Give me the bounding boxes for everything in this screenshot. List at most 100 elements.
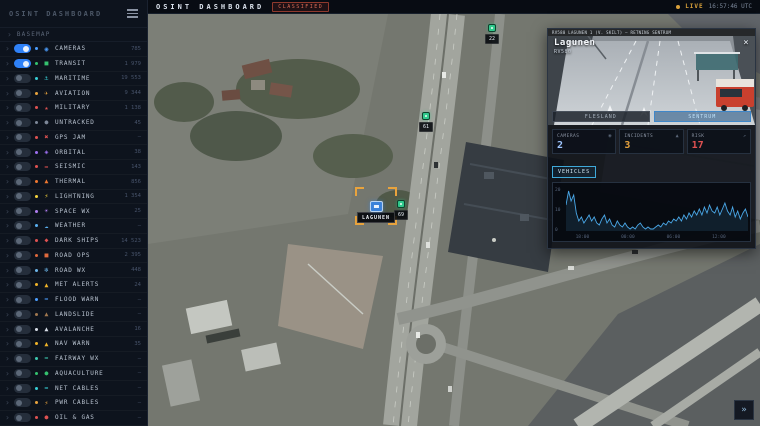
layer-row-fairway-wx[interactable]: ›≈FAIRWAY WX— (0, 352, 147, 367)
layer-row-gps-jam[interactable]: ›✖GPS JAM— (0, 131, 147, 146)
layer-toggle-nav-warn[interactable] (14, 339, 31, 348)
direction-tab-flesland[interactable]: FLESLAND (552, 111, 650, 122)
transit-pin-icon[interactable] (488, 24, 496, 32)
direction-tab-sentrum[interactable]: SENTRUM (654, 111, 752, 122)
layer-toggle-maritime[interactable] (14, 74, 31, 83)
layer-toggle-seismic[interactable] (14, 162, 31, 171)
layer-toggle-landslide[interactable] (14, 310, 31, 319)
layer-row-thermal[interactable]: ›▲THERMAL856 (0, 175, 147, 190)
layer-row-lightning[interactable]: ›⚡LIGHTNING1 354 (0, 190, 147, 205)
layer-label: MET ALERTS (55, 281, 130, 288)
layer-toggle-space-wx[interactable] (14, 207, 31, 216)
layer-row-pwr-cables[interactable]: ›⚡PWR CABLES— (0, 396, 147, 411)
toggle-knob (16, 252, 22, 258)
layer-toggle-orbital[interactable] (14, 148, 31, 157)
layer-row-met-alerts[interactable]: ›▲MET ALERTS24 (0, 278, 147, 293)
toggle-knob (16, 193, 22, 199)
layer-row-landslide[interactable]: ›▲LANDSLIDE— (0, 308, 147, 323)
layers-sidebar: OSINT DASHBOARD › BASEMAP ›◉CAMERAS785›■… (0, 0, 148, 426)
layer-toggle-gps-jam[interactable] (14, 133, 31, 142)
layer-toggle-aviation[interactable] (14, 89, 31, 98)
layer-row-dark-ships[interactable]: ›◆DARK SHIPS14 523 (0, 234, 147, 249)
layer-row-avalanche[interactable]: ›▲AVALANCHE16 (0, 322, 147, 337)
layer-row-weather[interactable]: ›☁WEATHER— (0, 219, 147, 234)
layer-toggle-thermal[interactable] (14, 177, 31, 186)
layer-toggle-lightning[interactable] (14, 192, 31, 201)
layer-label: SEISMIC (55, 163, 127, 170)
layer-toggle-oil-gas[interactable] (14, 413, 31, 422)
layer-row-military[interactable]: ›★MILITARY1 138 (0, 101, 147, 116)
stat-value: 2 (557, 140, 611, 151)
layer-toggle-transit[interactable] (14, 59, 31, 68)
layer-row-road-ops[interactable]: ›■ROAD OPS2 395 (0, 249, 147, 264)
layer-label: AVIATION (55, 90, 120, 97)
expand-panel-button[interactable]: » (734, 400, 754, 420)
layer-row-maritime[interactable]: ›⚓MARITIME19 553 (0, 72, 147, 87)
layer-label: AQUACULTURE (55, 370, 134, 377)
layer-label: GPS JAM (55, 134, 134, 141)
layer-count: — (138, 297, 141, 303)
layer-row-oil-gas[interactable]: ›●OIL & GAS— (0, 411, 147, 426)
layer-row-orbital[interactable]: ›◈ORBITAL38 (0, 145, 147, 160)
layer-toggle-military[interactable] (14, 103, 31, 112)
layer-count: 14 523 (121, 238, 141, 244)
layer-row-seismic[interactable]: ›≈SEISMIC143 (0, 160, 147, 175)
chevron-right-icon: › (5, 59, 10, 68)
layer-toggle-dark-ships[interactable] (14, 236, 31, 245)
layer-toggle-flood-warn[interactable] (14, 295, 31, 304)
transit-marker-22[interactable]: 22 (485, 24, 499, 44)
layer-toggle-weather[interactable] (14, 221, 31, 230)
layer-label: ROAD OPS (55, 252, 120, 259)
layer-count: — (138, 400, 141, 406)
basemap-section-toggle[interactable]: › BASEMAP (0, 28, 147, 42)
layer-status-dot (35, 210, 38, 213)
chevron-right-icon: › (5, 118, 10, 127)
transit-marker-61[interactable]: 61 (419, 112, 433, 132)
toggle-knob (16, 370, 22, 376)
chevron-right-icon: › (5, 339, 10, 348)
layer-count: — (138, 385, 141, 391)
layer-row-nav-warn[interactable]: ›▲NAV WARN35 (0, 337, 147, 352)
x-axis-tick: 06:00 (667, 235, 681, 240)
layer-toggle-aquaculture[interactable] (14, 369, 31, 378)
vehicles-badge[interactable]: VEHICLES (552, 166, 596, 178)
layer-row-space-wx[interactable]: ›☀SPACE WX25 (0, 204, 147, 219)
layer-toggle-road-ops[interactable] (14, 251, 31, 260)
layer-row-road-wx[interactable]: ›❄ROAD WX448 (0, 263, 147, 278)
layer-row-untracked[interactable]: ›●UNTRACKED45 (0, 116, 147, 131)
layer-status-dot (35, 372, 38, 375)
layer-toggle-net-cables[interactable] (14, 384, 31, 393)
layer-status-dot (35, 180, 38, 183)
layer-toggle-pwr-cables[interactable] (14, 398, 31, 407)
live-dot-icon (676, 5, 680, 9)
chevron-right-icon: › (5, 251, 10, 260)
layer-toggle-untracked[interactable] (14, 118, 31, 127)
layer-row-net-cables[interactable]: ›≈NET CABLES— (0, 381, 147, 396)
transit-pin-icon[interactable] (422, 112, 430, 120)
layer-toggle-cameras[interactable] (14, 44, 31, 53)
toggle-knob (16, 90, 22, 96)
layer-row-cameras[interactable]: ›◉CAMERAS785 (0, 42, 147, 57)
layer-toggle-avalanche[interactable] (14, 325, 31, 334)
close-icon[interactable]: × (740, 37, 752, 49)
layer-toggle-met-alerts[interactable] (14, 280, 31, 289)
hamburger-menu-icon[interactable] (127, 9, 138, 18)
chevron-right-icon: › (5, 207, 10, 216)
toggle-knob (16, 326, 22, 332)
toggle-knob (16, 356, 22, 362)
layer-status-dot (35, 239, 38, 242)
layer-row-flood-warn[interactable]: ›≈FLOOD WARN— (0, 293, 147, 308)
chevron-right-icon: › (5, 280, 10, 289)
layer-label: OIL & GAS (55, 414, 134, 421)
selected-camera-marker[interactable]: LAGUNEN (357, 201, 395, 223)
camera-pin-icon[interactable] (369, 201, 382, 212)
layer-row-aviation[interactable]: ›✈AVIATION9 344 (0, 86, 147, 101)
layer-label: SPACE WX (55, 208, 130, 215)
layer-label: PWR CABLES (55, 399, 134, 406)
layer-toggle-fairway-wx[interactable] (14, 354, 31, 363)
layer-toggle-road-wx[interactable] (14, 266, 31, 275)
transit-marker-69[interactable]: 69 (394, 200, 408, 220)
transit-pin-icon[interactable] (397, 200, 405, 208)
layer-row-aquaculture[interactable]: ›●AQUACULTURE— (0, 367, 147, 382)
layer-row-transit[interactable]: ›■TRANSIT1 979 (0, 57, 147, 72)
